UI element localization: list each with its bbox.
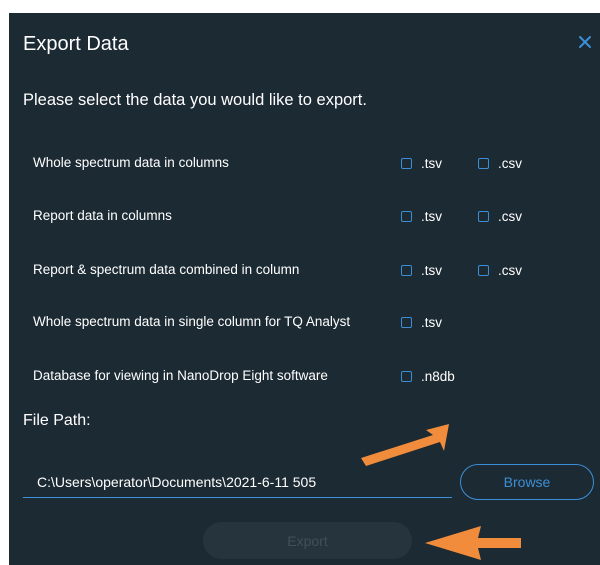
option-label: Whole spectrum data in columns [33, 155, 229, 170]
file-path-input[interactable]: C:\Users\operator\Documents\2021-6-11 50… [23, 471, 452, 498]
file-path-label: File Path: [23, 412, 91, 429]
checkbox-box[interactable] [401, 157, 412, 169]
checkbox-tsv[interactable]: .tsv [401, 313, 442, 331]
export-option-row: Database for viewing in NanoDrop Eight s… [9, 365, 600, 387]
export-option-row: Report data in columns .tsv .csv [9, 205, 600, 227]
dialog-title: Export Data [23, 33, 129, 55]
file-path-value[interactable]: C:\Users\operator\Documents\2021-6-11 50… [37, 474, 316, 490]
option-label: Report data in columns [33, 208, 172, 223]
format-label: .n8db [421, 368, 455, 384]
checkbox-csv[interactable]: .csv [478, 207, 522, 225]
checkbox-n8db[interactable]: .n8db [401, 367, 455, 385]
checkbox-csv[interactable]: .csv [478, 261, 522, 279]
annotation-arrow-icon [361, 424, 449, 466]
option-label: Report & spectrum data combined in colum… [33, 262, 300, 277]
format-label: .tsv [421, 314, 443, 330]
format-label: .tsv [421, 155, 443, 171]
annotation-arrow-icon [425, 526, 521, 560]
export-option-row: Whole spectrum data in columns .tsv .csv [9, 152, 600, 174]
format-label: .csv [498, 155, 523, 171]
checkbox-tsv[interactable]: .tsv [401, 261, 442, 279]
export-data-dialog: Export Data Please select the data you w… [9, 13, 600, 565]
checkbox-box[interactable] [401, 210, 412, 222]
checkbox-tsv[interactable]: .tsv [401, 154, 442, 172]
checkbox-box[interactable] [401, 370, 412, 382]
checkbox-box[interactable] [478, 210, 489, 222]
browse-button[interactable]: Browse [460, 464, 594, 500]
export-option-row: Report & spectrum data combined in colum… [9, 259, 600, 281]
dialog-subtitle: Please select the data you would like to… [23, 91, 367, 109]
format-label: .csv [498, 208, 523, 224]
option-label: Database for viewing in NanoDrop Eight s… [33, 368, 328, 383]
close-icon[interactable] [576, 33, 594, 51]
checkbox-box[interactable] [401, 316, 412, 328]
checkbox-csv[interactable]: .csv [478, 154, 522, 172]
option-label: Whole spectrum data in single column for… [33, 314, 351, 329]
export-option-row: Whole spectrum data in single column for… [9, 311, 600, 333]
checkbox-box[interactable] [478, 157, 489, 169]
checkbox-box[interactable] [401, 264, 412, 276]
format-label: .tsv [421, 262, 443, 278]
export-button[interactable]: Export [203, 522, 412, 559]
format-label: .tsv [421, 208, 443, 224]
checkbox-tsv[interactable]: .tsv [401, 207, 442, 225]
format-label: .csv [498, 262, 523, 278]
checkbox-box[interactable] [478, 264, 489, 276]
